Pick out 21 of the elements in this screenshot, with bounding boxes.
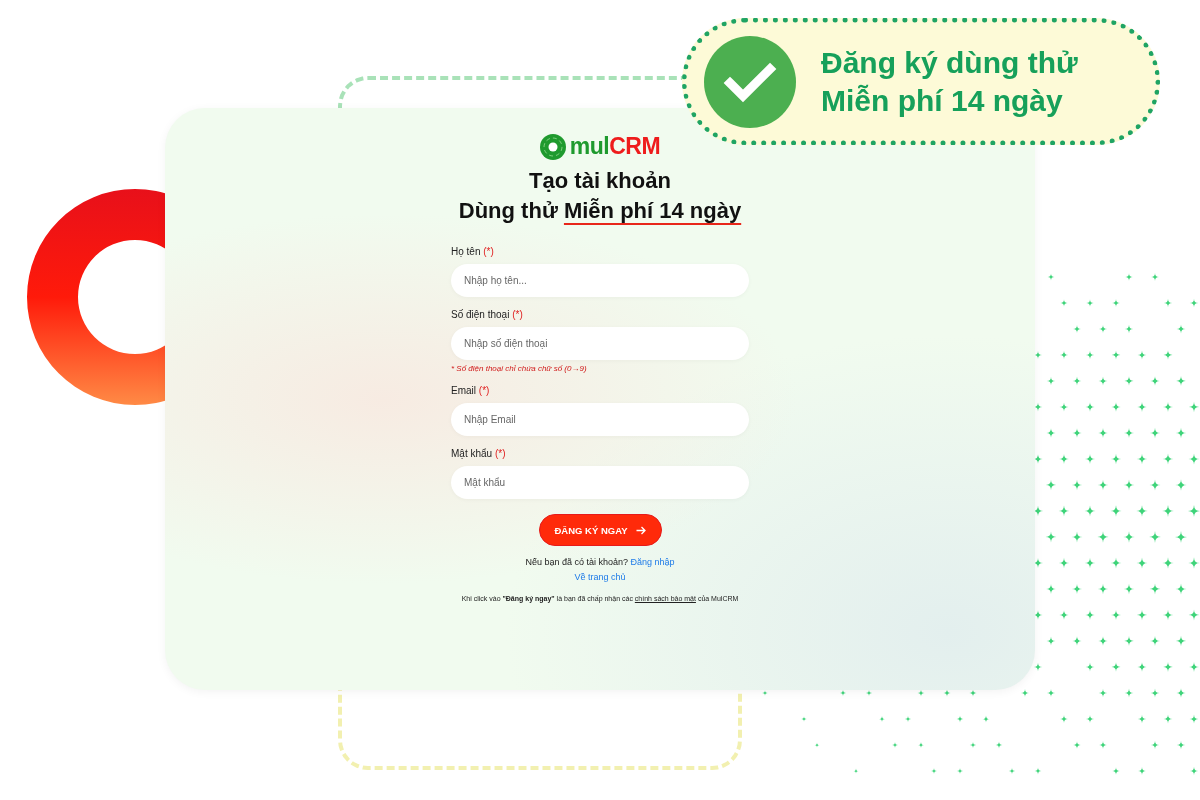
field-label: Mật khẩu (*)	[451, 448, 507, 459]
page-subtitle: Dùng thử Miễn phí 14 ngày	[458, 198, 742, 224]
input-field[interactable]: Nhập số điện thoại	[451, 327, 749, 360]
login-prompt: Nếu bạn đã có tài khoản? Đăng nhập	[525, 557, 675, 567]
field-label: Họ tên (*)	[451, 246, 495, 257]
home-link[interactable]: Về trang chủ	[574, 572, 626, 582]
field-hint: * Số điện thoại chỉ chứa chữ số (0→9)	[451, 364, 588, 373]
input-field[interactable]: Mật khẩu	[451, 466, 749, 499]
logo-text: mulCRM	[569, 133, 661, 160]
page-title: Tạo tài khoản	[529, 168, 671, 194]
field-label: Số điện thoại (*)	[451, 309, 524, 320]
arrow-icon	[635, 525, 646, 535]
login-link[interactable]: Đăng nhập	[630, 557, 675, 567]
badge-text: Đăng ký dùng thử	[821, 44, 1078, 81]
input-field[interactable]: Nhập Email	[451, 403, 749, 436]
badge-text: Miễn phí 14 ngày	[821, 82, 1064, 119]
check-icon	[704, 35, 796, 128]
field-label: Email (*)	[451, 385, 491, 396]
logo-icon	[539, 133, 566, 160]
register-button[interactable]: ĐĂNG KÝ NGAY	[538, 514, 662, 546]
input-field[interactable]: Nhập họ tên...	[451, 264, 749, 297]
